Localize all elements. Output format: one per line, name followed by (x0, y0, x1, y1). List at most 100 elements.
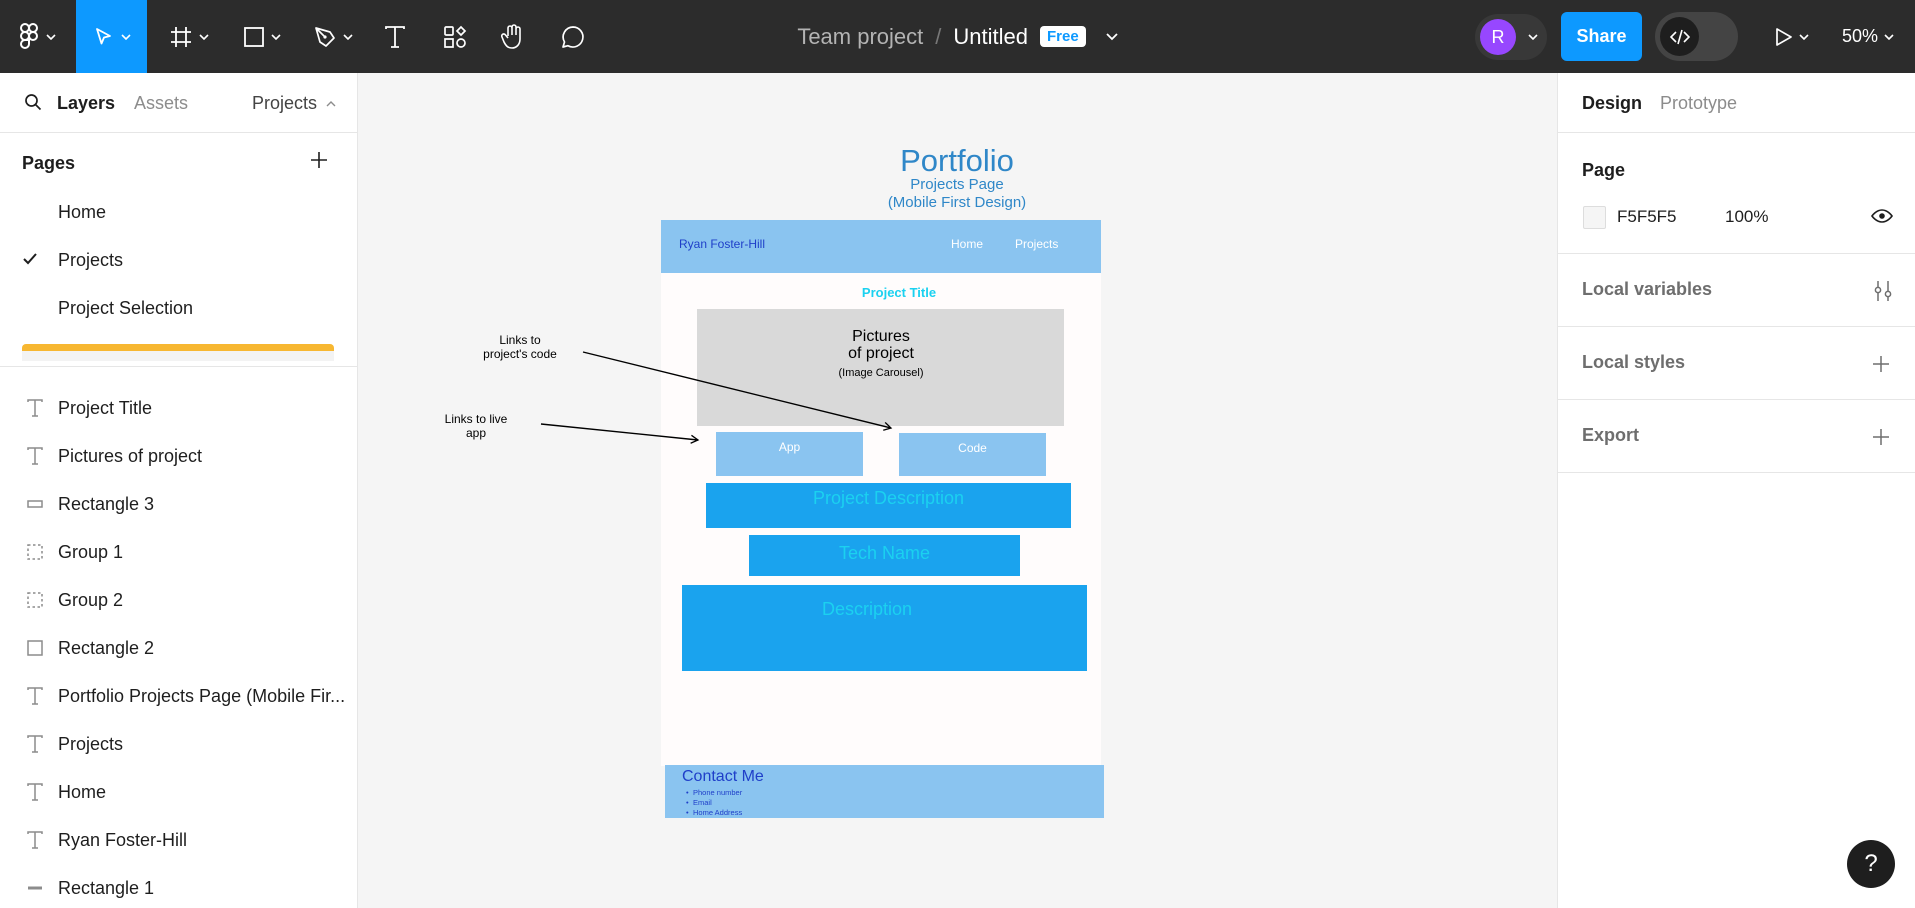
app-link-rectangle[interactable] (716, 432, 863, 476)
layer-label: Rectangle 1 (58, 878, 155, 898)
local-styles-label: Local styles (1582, 352, 1686, 372)
layer-label: Pictures of project (58, 446, 203, 466)
dev-mode-toggle[interactable] (1655, 12, 1738, 61)
layer-row[interactable]: Projects (0, 724, 357, 764)
frame-tool-button[interactable] (163, 0, 215, 73)
chevron-down-icon (1799, 33, 1809, 40)
portfolio-title[interactable]: Portfolio (837, 143, 1077, 179)
add-page-icon[interactable] (310, 151, 328, 169)
annotation-app-line-2[interactable]: app (441, 426, 511, 440)
portfolio-subtitle[interactable]: Projects Page (837, 176, 1077, 193)
export-section[interactable]: Export (1558, 400, 1915, 473)
contact-item[interactable]: Home Address (686, 808, 742, 817)
nav-name-text[interactable]: Ryan Foster-Hill (679, 237, 765, 251)
chevron-down-icon (271, 33, 281, 40)
add-style-icon[interactable] (1872, 355, 1890, 373)
avatar[interactable]: R (1480, 19, 1516, 55)
layer-row[interactable]: Group 2 (0, 580, 357, 620)
layer-row[interactable]: Rectangle 2 (0, 628, 357, 668)
breadcrumb-separator: / (935, 23, 942, 49)
shape-tool-button[interactable] (236, 0, 288, 73)
layer-row[interactable]: Rectangle 1 (0, 868, 357, 908)
code-link-label[interactable]: Code (899, 441, 1046, 455)
text-icon (25, 830, 45, 850)
page-item-project-selection[interactable]: Project Selection (58, 298, 193, 319)
team-name[interactable]: Team project (797, 24, 923, 50)
rectangle-flat-icon (25, 494, 45, 514)
search-icon[interactable] (24, 93, 42, 111)
text-icon (25, 734, 45, 754)
layer-label: Rectangle 2 (58, 638, 155, 658)
layer-row[interactable]: Portfolio Projects Page (Mobile Fir... (0, 676, 357, 716)
local-variables-label: Local variables (1582, 279, 1713, 299)
background-opacity-value[interactable]: 100% (1725, 207, 1768, 227)
left-panel: Layers Assets Projects Pages Home Projec… (0, 73, 358, 908)
text-icon (25, 398, 45, 418)
tab-design[interactable]: Design (1582, 93, 1642, 114)
variables-sliders-icon[interactable] (1872, 280, 1894, 302)
multiplayer-menu[interactable]: R (1475, 14, 1547, 60)
background-color-swatch[interactable] (1583, 206, 1606, 229)
chevron-down-icon[interactable] (1106, 32, 1118, 41)
tab-layers[interactable]: Layers (57, 93, 115, 114)
main-menu-button[interactable] (14, 0, 62, 73)
share-button[interactable]: Share (1561, 12, 1642, 61)
eye-icon[interactable] (1871, 208, 1893, 224)
add-export-icon[interactable] (1872, 428, 1890, 446)
move-tool-button[interactable] (76, 0, 147, 73)
canvas[interactable]: Portfolio Projects Page (Mobile First De… (359, 73, 1557, 908)
annotation-app-line-1[interactable]: Links to live (441, 412, 511, 426)
description-text[interactable]: Description (682, 599, 1052, 620)
background-hex-value[interactable]: F5F5F5 (1617, 207, 1677, 227)
pictures-text-line-2[interactable]: of project (759, 345, 1003, 363)
layer-row[interactable]: Group 1 (0, 532, 357, 572)
layer-row[interactable]: Home (0, 772, 357, 812)
tab-assets[interactable]: Assets (134, 93, 188, 114)
tech-name-text[interactable]: Tech Name (749, 543, 1020, 564)
local-variables-section[interactable]: Local variables (1558, 254, 1915, 327)
right-panel-tabs: Design Prototype (1558, 73, 1915, 133)
local-styles-section[interactable]: Local styles (1558, 327, 1915, 400)
app-link-label[interactable]: App (716, 440, 863, 454)
annotation-code-line-2[interactable]: project's code (479, 347, 561, 361)
text-tool-button[interactable] (378, 0, 412, 73)
page-item-projects[interactable]: Projects (58, 250, 123, 271)
nav-projects-text[interactable]: Projects (1015, 237, 1058, 251)
chevron-down-icon (46, 33, 56, 40)
page-section (1558, 133, 1915, 254)
page-switcher[interactable]: Projects (252, 93, 336, 114)
pages-resize-handle[interactable] (22, 344, 334, 351)
layer-row[interactable]: Project Title (0, 388, 357, 428)
page-item-home[interactable]: Home (58, 202, 106, 223)
layer-row[interactable]: Pictures of project (0, 436, 357, 476)
contact-heading[interactable]: Contact Me (682, 768, 764, 786)
portfolio-subtitle-note[interactable]: (Mobile First Design) (817, 194, 1097, 211)
tab-prototype[interactable]: Prototype (1660, 93, 1737, 114)
project-description-text[interactable]: Project Description (706, 488, 1071, 509)
layer-row[interactable]: Ryan Foster-Hill (0, 820, 357, 860)
annotation-code-line-1[interactable]: Links to (479, 333, 561, 347)
description-rectangle[interactable] (682, 585, 1087, 671)
pen-tool-button[interactable] (307, 0, 359, 73)
contact-item[interactable]: Email (686, 798, 712, 807)
layer-label: Ryan Foster-Hill (58, 830, 188, 850)
layer-row[interactable]: Rectangle 3 (0, 484, 357, 524)
layer-label: Projects (58, 734, 124, 754)
present-button[interactable] (1770, 0, 1814, 73)
project-title-text[interactable]: Project Title (839, 285, 959, 300)
check-icon (23, 253, 37, 265)
page-section-title: Page (1582, 160, 1626, 180)
zoom-menu[interactable]: 50% (1842, 0, 1894, 73)
contact-item[interactable]: Phone number (686, 788, 742, 797)
resources-tool-button[interactable] (440, 0, 470, 73)
nav-home-text[interactable]: Home (951, 237, 983, 251)
layer-label: Group 2 (58, 590, 124, 610)
help-button[interactable]: ? (1847, 840, 1895, 888)
pictures-text-note[interactable]: (Image Carousel) (759, 367, 1003, 379)
file-name[interactable]: Untitled (953, 24, 1028, 50)
chevron-down-icon (1528, 34, 1538, 40)
hand-tool-button[interactable] (496, 0, 530, 73)
divider (0, 366, 357, 367)
comment-tool-button[interactable] (556, 0, 590, 73)
pictures-text-line-1[interactable]: Pictures (759, 328, 1003, 346)
